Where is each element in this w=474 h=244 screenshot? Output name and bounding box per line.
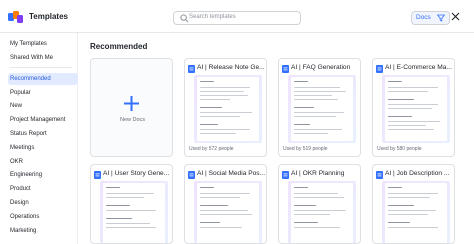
top-bar: Templates Search templates Docs	[0, 0, 474, 33]
sidebar-item-engineering[interactable]: Engineering	[10, 172, 42, 178]
template-title: AI | FAQ Generation	[291, 64, 351, 71]
search-input[interactable]: Search templates	[173, 11, 301, 25]
new-doc-card[interactable]: New Docs	[90, 58, 173, 157]
sidebar-item-meetings[interactable]: Meetings	[10, 145, 34, 151]
sidebar-item-operations[interactable]: Operations	[10, 214, 39, 220]
template-title: AI | User Story Gene...	[103, 170, 170, 177]
template-title: AI | Social Media Pos...	[197, 170, 266, 177]
template-card[interactable]: AI | Release Note Ge... Used by 572 peop…	[184, 58, 267, 157]
sidebar-item-product[interactable]: Product	[10, 186, 31, 192]
close-icon[interactable]	[451, 12, 460, 21]
sidebar-item-popular[interactable]: Popular	[10, 90, 31, 96]
sidebar-item-new[interactable]: New	[10, 103, 22, 109]
sidebar-item-project-management[interactable]: Project Management	[10, 117, 65, 123]
doc-icon	[282, 65, 289, 73]
sidebar-item-my-templates[interactable]: My Templates	[10, 41, 47, 47]
doc-icon	[94, 171, 101, 179]
template-usage: Used by 580 people	[377, 146, 422, 152]
template-card[interactable]: AI | E-Commerce Ma... Used by 580 people	[372, 58, 455, 157]
template-preview	[288, 75, 356, 143]
template-card[interactable]: AI | FAQ Generation Used by 519 people	[278, 58, 361, 157]
docs-filter-dropdown[interactable]: Docs	[411, 11, 451, 25]
sidebar-item-shared-with-me[interactable]: Shared With Me	[10, 55, 53, 61]
template-preview	[100, 181, 168, 243]
doc-icon	[188, 65, 195, 73]
templates-logo-icon	[8, 11, 23, 23]
template-preview	[382, 75, 450, 143]
filter-icon	[437, 14, 446, 22]
template-card[interactable]: AI | Job Description ...	[372, 164, 455, 244]
search-placeholder: Search templates	[189, 14, 236, 20]
sidebar-item-okr[interactable]: OKR	[10, 159, 23, 165]
search-icon	[180, 14, 189, 23]
sidebar-item-recommended[interactable]: Recommended	[10, 76, 51, 82]
section-title: Recommended	[90, 42, 148, 51]
template-preview	[288, 181, 356, 243]
app-title: Templates	[29, 12, 68, 21]
template-usage: Used by 572 people	[189, 146, 234, 152]
doc-icon	[376, 171, 383, 179]
template-card[interactable]: AI | Social Media Pos...	[184, 164, 267, 244]
doc-icon	[188, 171, 195, 179]
doc-icon	[376, 65, 383, 73]
doc-icon	[282, 171, 289, 179]
template-usage: Used by 519 people	[283, 146, 328, 152]
template-preview	[382, 181, 450, 243]
template-title: AI | E-Commerce Ma...	[385, 64, 452, 71]
sidebar-item-status-report[interactable]: Status Report	[10, 131, 47, 137]
sidebar-item-marketing[interactable]: Marketing	[10, 228, 36, 234]
template-preview	[194, 181, 262, 243]
docs-filter-label: Docs	[416, 14, 431, 21]
sidebar-item-design[interactable]: Design	[10, 200, 29, 206]
template-title: AI | Release Note Ge...	[197, 64, 265, 71]
plus-icon	[124, 96, 139, 111]
template-card[interactable]: AI | OKR Planning	[278, 164, 361, 244]
template-title: AI | OKR Planning	[291, 170, 345, 177]
sidebar: My Templates Shared With Me Recommended …	[0, 33, 78, 244]
template-preview	[194, 75, 262, 143]
template-title: AI | Job Description ...	[385, 170, 450, 177]
template-card[interactable]: AI | User Story Gene...	[90, 164, 173, 244]
new-doc-label: New Docs	[119, 117, 146, 123]
sidebar-divider	[10, 67, 72, 68]
